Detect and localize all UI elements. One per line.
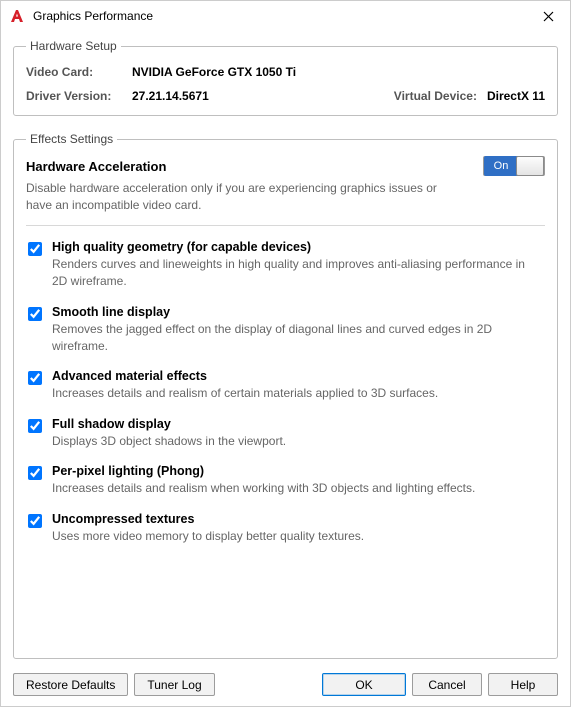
hardware-acceleration-toggle[interactable]: On — [483, 156, 545, 176]
restore-defaults-button[interactable]: Restore Defaults — [13, 673, 128, 696]
option-desc: Increases details and realism when worki… — [52, 480, 539, 497]
video-card-label: Video Card: — [26, 65, 132, 79]
options-list[interactable]: High quality geometry (for capable devic… — [26, 234, 545, 646]
option-row: Uncompressed textures Uses more video mem… — [26, 512, 539, 545]
option-row: Per-pixel lighting (Phong) Increases deta… — [26, 464, 539, 497]
toggle-on-label: On — [484, 156, 518, 176]
close-icon — [543, 11, 554, 22]
option-text: Uncompressed textures Uses more video mem… — [52, 512, 539, 545]
autocad-app-icon — [9, 8, 25, 24]
hardware-setup-legend: Hardware Setup — [26, 39, 121, 53]
option-desc: Uses more video memory to display better… — [52, 528, 539, 545]
help-button[interactable]: Help — [488, 673, 558, 696]
effects-settings-group: Effects Settings Hardware Acceleration O… — [13, 132, 558, 659]
option-checkbox[interactable] — [28, 419, 42, 433]
virtual-device-label: Virtual Device: — [394, 89, 487, 103]
option-checkbox[interactable] — [28, 242, 42, 256]
option-title: Per-pixel lighting (Phong) — [52, 464, 539, 478]
option-desc: Removes the jagged effect on the display… — [52, 321, 539, 356]
option-title: Full shadow display — [52, 417, 539, 431]
option-checkbox[interactable] — [28, 466, 42, 480]
virtual-device-value: DirectX 11 — [487, 89, 545, 103]
driver-version-value: 27.21.14.5671 — [132, 89, 209, 103]
toggle-knob — [516, 156, 544, 176]
option-title: High quality geometry (for capable devic… — [52, 240, 539, 254]
video-card-row: Video Card: NVIDIA GeForce GTX 1050 Ti — [26, 65, 545, 79]
option-desc: Increases details and realism of certain… — [52, 385, 539, 402]
option-checkbox[interactable] — [28, 371, 42, 385]
option-text: Full shadow display Displays 3D object sh… — [52, 417, 539, 450]
video-card-value: NVIDIA GeForce GTX 1050 Ti — [132, 65, 296, 79]
option-desc: Displays 3D object shadows in the viewpo… — [52, 433, 539, 450]
dialog-window: Graphics Performance Hardware Setup Vide… — [0, 0, 571, 707]
option-title: Smooth line display — [52, 305, 539, 319]
dialog-button-row: Restore Defaults Tuner Log OK Cancel Hel… — [1, 665, 570, 706]
separator — [26, 225, 545, 226]
dialog-title: Graphics Performance — [33, 9, 528, 23]
option-text: Smooth line display Removes the jagged ef… — [52, 305, 539, 356]
driver-row: Driver Version: 27.21.14.5671 Virtual De… — [26, 89, 545, 103]
titlebar: Graphics Performance — [1, 1, 570, 31]
option-checkbox[interactable] — [28, 307, 42, 321]
option-title: Uncompressed textures — [52, 512, 539, 526]
option-text: Per-pixel lighting (Phong) Increases deta… — [52, 464, 539, 497]
option-row: Full shadow display Displays 3D object sh… — [26, 417, 539, 450]
option-text: High quality geometry (for capable devic… — [52, 240, 539, 291]
hardware-setup-group: Hardware Setup Video Card: NVIDIA GeForc… — [13, 39, 558, 116]
tuner-log-button[interactable]: Tuner Log — [134, 673, 214, 696]
option-checkbox[interactable] — [28, 514, 42, 528]
option-desc: Renders curves and lineweights in high q… — [52, 256, 539, 291]
hardware-acceleration-title: Hardware Acceleration — [26, 159, 483, 174]
hardware-acceleration-row: Hardware Acceleration On — [26, 156, 545, 176]
close-button[interactable] — [528, 2, 568, 30]
cancel-button[interactable]: Cancel — [412, 673, 482, 696]
option-text: Advanced material effects Increases detai… — [52, 369, 539, 402]
option-row: Smooth line display Removes the jagged ef… — [26, 305, 539, 356]
ok-button[interactable]: OK — [322, 673, 406, 696]
hardware-acceleration-desc: Disable hardware acceleration only if yo… — [26, 180, 456, 215]
effects-settings-legend: Effects Settings — [26, 132, 117, 146]
driver-version-label: Driver Version: — [26, 89, 132, 103]
dialog-content: Hardware Setup Video Card: NVIDIA GeForc… — [1, 31, 570, 665]
option-row: Advanced material effects Increases detai… — [26, 369, 539, 402]
option-row: High quality geometry (for capable devic… — [26, 240, 539, 291]
option-title: Advanced material effects — [52, 369, 539, 383]
